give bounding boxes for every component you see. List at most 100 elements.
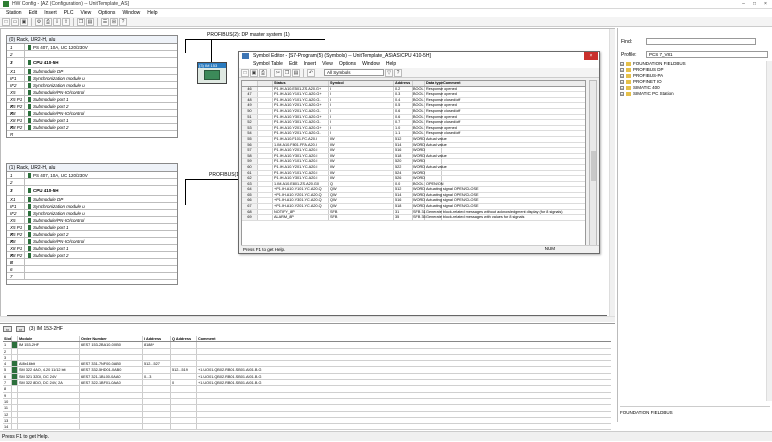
help-icon[interactable]: ? <box>119 17 127 26</box>
rack-1[interactable]: (1) Rack, UR2-H, alu 1 PS 407, 10A, UC 12… <box>6 163 178 285</box>
menu-view[interactable]: View <box>80 10 91 16</box>
profile-select[interactable]: PCS 7_V81 <box>646 51 768 58</box>
symbol-cell: 35 <box>394 215 413 220</box>
menu-help[interactable]: Help <box>147 10 157 16</box>
se-menu-view[interactable]: View <box>322 61 333 67</box>
rack-1-slot-number: 1 <box>7 172 25 178</box>
maximize-button[interactable]: □ <box>750 1 759 7</box>
symbol-cell: IW <box>329 159 394 164</box>
save-icon[interactable]: ▣ <box>250 68 258 77</box>
symbol-cell: Actuating signal OPEN/CLOSE <box>426 198 479 204</box>
undo-icon[interactable]: ↶ <box>307 68 315 77</box>
symbol-cell: Actual value <box>426 142 447 148</box>
module-icon <box>28 103 31 109</box>
cut-icon[interactable]: ✂ <box>274 68 282 77</box>
station-hscroll[interactable] <box>0 316 615 322</box>
back-arrow-icon[interactable]: ⇦ <box>3 325 12 332</box>
rack-1-slot-row[interactable]: 5 <box>7 259 177 266</box>
symbol-row[interactable]: 69 ALARM_8P SFB 35 SFB 35 Generate block-rela… <box>242 215 585 221</box>
expand-icon[interactable]: + <box>620 68 624 72</box>
rack-1-slot-row[interactable]: X8 P2 R Submodule port 2 <box>7 252 177 265</box>
catalog-item-label: SIMATIC PC Station <box>633 91 674 96</box>
menu-plc[interactable]: PLC <box>64 10 74 16</box>
catalog-tree-item[interactable]: + SIMATIC PC Station <box>620 91 765 97</box>
symbol-cell: P1.IH.A10.Y101.YC.A20.G+ <box>273 92 329 97</box>
se-menu-help[interactable]: Help <box>386 61 396 67</box>
se-menu-edit[interactable]: Edit <box>289 61 298 67</box>
symbol-cell <box>258 209 273 215</box>
new-icon[interactable]: □ <box>2 17 10 26</box>
expand-icon[interactable]: + <box>620 86 624 90</box>
menu-insert[interactable]: Insert <box>44 10 57 16</box>
network-icon[interactable]: ⊞ <box>110 17 118 26</box>
module-icon <box>28 224 31 230</box>
print-icon[interactable]: ⎙ <box>44 17 52 26</box>
detail-cell: +1.UO01.QB02.RB01.SB01.AI01.B.G <box>198 381 262 386</box>
menu-options[interactable]: Options <box>98 10 115 16</box>
copy-icon[interactable]: ❐ <box>77 17 85 26</box>
rack-1-slot-row[interactable]: 6 <box>7 266 177 273</box>
print-icon[interactable]: ⎙ <box>259 68 267 77</box>
rack-0-slot-row[interactable]: X8 P2 R Submodule port 2 <box>7 124 177 137</box>
rack-1-module-name: Submodule/PN-IO/control <box>33 238 85 244</box>
symbol-cell: Generate block-related messages without … <box>426 209 563 215</box>
station-vscroll[interactable] <box>609 29 615 316</box>
detail-cell: +1.UO01.QB02.RB01.SB01.AI01.B.G <box>198 374 262 379</box>
close-button[interactable]: × <box>761 1 770 7</box>
help-icon[interactable]: ? <box>394 68 402 77</box>
scroll-thumb[interactable] <box>591 151 596 181</box>
symbol-table-scrollbar[interactable] <box>589 80 597 246</box>
symbol-editor-window[interactable]: Symbol Editor - [S7-Program(5) (Symbols)… <box>238 51 600 254</box>
se-menu-options[interactable]: Options <box>339 61 356 67</box>
new-icon[interactable]: □ <box>241 68 249 77</box>
find-input[interactable] <box>646 38 756 45</box>
symbol-cell: QW <box>329 192 394 198</box>
symbol-cell: SFB 31 <box>413 209 426 215</box>
detail-cell <box>197 399 611 404</box>
menu-station[interactable]: Station <box>6 10 22 16</box>
se-menu-insert[interactable]: Insert <box>304 61 317 67</box>
rack-1-slot-row[interactable]: 7 <box>7 273 177 280</box>
rack-1-slot-number: 7 <box>7 273 25 279</box>
paste-icon[interactable]: ▤ <box>86 17 94 26</box>
compile-icon[interactable]: ⚙ <box>35 17 43 26</box>
rack-0-slot-number: X8 P2 R <box>7 124 25 137</box>
rack-0[interactable]: (0) Rack, UR2-H, alu 1 PS 407, 10A, UC 12… <box>6 35 178 138</box>
se-menu-window[interactable]: Window <box>362 61 380 67</box>
detail-cell <box>171 373 197 380</box>
rack-1-slot-row[interactable]: 3 CPU 410-5H <box>7 186 177 196</box>
catalog-scrollbar[interactable] <box>766 61 772 401</box>
symbol-filter-select[interactable]: All Symbols <box>324 69 384 76</box>
menu-window[interactable]: Window <box>122 10 140 16</box>
row-number: 64 <box>242 187 258 192</box>
upload-icon[interactable]: ⇧ <box>62 17 70 26</box>
expand-icon[interactable]: + <box>620 80 624 84</box>
rack-0-slot-row[interactable]: 3 CPU 410-5H <box>7 58 177 68</box>
detail-row[interactable]: 14 <box>3 424 611 431</box>
slave-label: (3) IM 153 <box>198 63 226 68</box>
minimize-button[interactable]: – <box>739 1 748 7</box>
expand-icon[interactable]: + <box>620 92 624 96</box>
forward-arrow-icon[interactable]: ⇨ <box>16 325 25 332</box>
expand-icon[interactable]: + <box>620 62 624 66</box>
copy-icon[interactable]: ❐ <box>283 68 291 77</box>
rack-1-slot-row[interactable]: 1 PS 407, 10A, UC 120/230V <box>7 172 177 179</box>
rack-0-slot-row[interactable]: 1 PS 407, 10A, UC 120/230V <box>7 44 177 51</box>
symbol-cell: I <box>329 131 394 136</box>
filter-icon[interactable]: ▽ <box>385 68 393 77</box>
catalog-icon[interactable]: ☰ <box>101 17 109 26</box>
symbol-editor-close-button[interactable]: × <box>584 52 598 60</box>
expand-icon[interactable]: + <box>620 74 624 78</box>
paste-icon[interactable]: ▤ <box>292 68 300 77</box>
symbol-cell: Response opened <box>426 103 457 108</box>
slave-im153[interactable]: (3) IM 153 <box>197 62 227 84</box>
symbol-cell: Q <box>329 181 394 187</box>
download-icon[interactable]: ⇩ <box>53 17 61 26</box>
menu-edit[interactable]: Edit <box>29 10 38 16</box>
save-icon[interactable]: ▣ <box>20 17 28 26</box>
se-menu-symbol-table[interactable]: Symbol Table <box>253 61 283 67</box>
open-icon[interactable]: ▭ <box>11 17 19 26</box>
module-icon <box>28 60 31 65</box>
symbol-cell <box>258 114 273 120</box>
num-lock-indicator: NUM <box>544 246 555 251</box>
